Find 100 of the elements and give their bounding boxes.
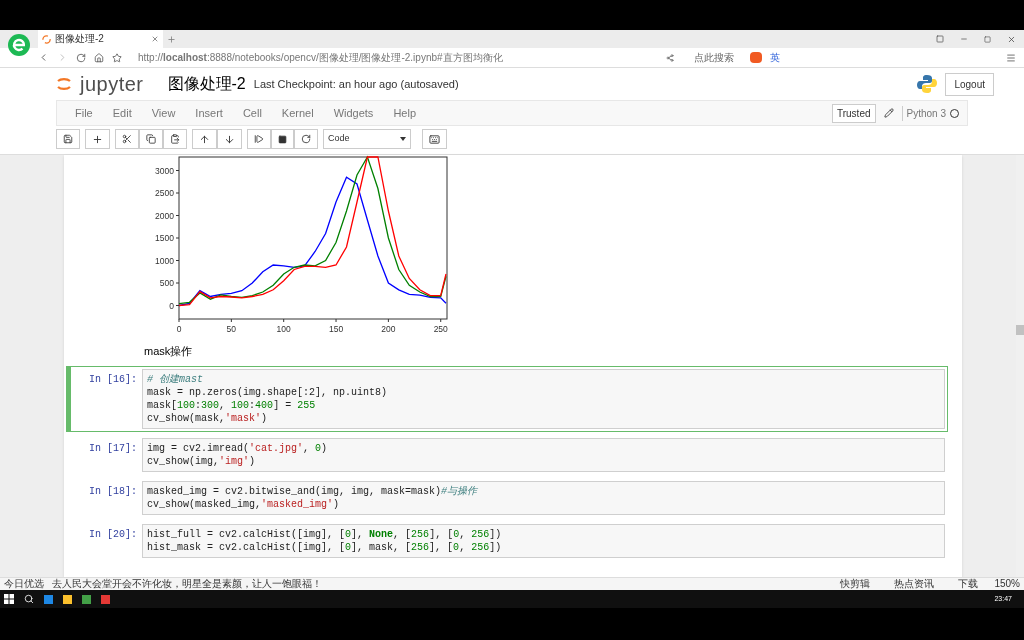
code-editor[interactable]: masked_img = cv2.bitwise_and(img, img, mask=mask)#与操作 cv_show(masked_img,'masked_img'): [142, 480, 945, 515]
code-line: cv_show(masked_img,'masked_img'): [147, 497, 341, 511]
menu-item[interactable]: Help: [383, 104, 426, 122]
run-button[interactable]: [247, 129, 271, 149]
axis-tick-label: 500: [159, 278, 174, 288]
input-prompt: In [20]:: [88, 527, 138, 542]
arrow-down-icon: [224, 133, 235, 145]
copy-button[interactable]: [139, 129, 163, 149]
windows-logo-icon[interactable]: [4, 594, 14, 604]
news-headline[interactable]: 去人民大会堂开会不许化妆，明星全是素颜，让人一饱眼福！: [52, 579, 322, 589]
axis-tick-label: 150: [328, 324, 344, 334]
code-line: # 创建mast: [147, 372, 204, 386]
notebook-title[interactable]: 图像处理-2: [167, 72, 246, 96]
kernel-name: Python 3: [901, 105, 946, 121]
code-line: mask = np.zeros(img.shape[:2], np.uint8): [147, 385, 389, 399]
trusted-badge[interactable]: Trusted: [832, 103, 876, 123]
code-line: masked_img = cv2.bitwise_and(img, img, mask=mask)#与操作: [147, 484, 479, 498]
menu-item[interactable]: Edit: [102, 104, 142, 122]
code-editor[interactable]: hist_full = cv2.calcHist([img], [0], None, [256], [0, 256]) hist_mask = cv2.calcHist([img], [0], mask, [256], [0, 256]): [142, 523, 945, 558]
axis-tick-label: 1500: [155, 233, 174, 243]
status-item[interactable]: 下载: [950, 579, 987, 589]
axis-tick-label: 200: [381, 324, 396, 334]
maximize-icon[interactable]: [984, 35, 991, 43]
menu-item[interactable]: Insert: [185, 104, 233, 122]
menu-item[interactable]: Cell: [232, 104, 272, 122]
code-line: img = cv2.imread('cat.jpg', 0): [147, 441, 329, 455]
axis-tick-label: 2500: [155, 188, 174, 198]
refresh-icon[interactable]: [76, 52, 86, 63]
input-prompt: In [18]:: [88, 484, 138, 499]
address-field[interactable]: http://localhost:8888/notebooks/opencv/图像处理/图像处理-2.ipynb#直方图均衡化: [138, 52, 658, 63]
close-icon[interactable]: [151, 35, 159, 43]
code-line: hist_mask = cv2.calcHist([img], [0], mask, [256], [0, 256]): [147, 540, 503, 554]
input-prompt: In [16]:: [88, 372, 138, 387]
code-line: cv_show(mask,'mask'): [147, 411, 269, 425]
step-forward-icon: [254, 134, 264, 144]
cut-button[interactable]: [115, 129, 139, 149]
axis-tick-label: 0: [169, 300, 174, 311]
plus-icon: [92, 133, 103, 145]
code-editor[interactable]: # 创建mast mask = np.zeros(img.shape[:2], np.uint8) mask[100:300, 100:400] = 255 cv_show(mask,'mask'): [142, 368, 945, 429]
move-up-button[interactable]: [192, 129, 217, 149]
restart-icon: [301, 134, 311, 144]
save-button[interactable]: [56, 129, 80, 149]
share-icon[interactable]: [666, 53, 674, 62]
jupyter-logo-text: jupyter: [80, 72, 144, 97]
menu-item[interactable]: File: [65, 104, 103, 122]
new-tab-icon[interactable]: [167, 34, 176, 44]
status-item[interactable]: 热点资讯: [886, 579, 943, 589]
code-cell[interactable]: In [18]: masked_img = cv2.bitwise_and(img, img, mask=mask)#与操作 cv_show(masked_img,'masked_img'): [66, 477, 948, 518]
insert-cell-button[interactable]: [85, 129, 110, 149]
axis-tick-label: 100: [276, 324, 291, 334]
scissors-icon: [122, 134, 132, 144]
close-icon[interactable]: [1007, 34, 1016, 44]
paste-icon: [170, 134, 180, 144]
cell-type-select[interactable]: Code: [323, 129, 411, 149]
news-label[interactable]: 今日优选: [4, 579, 44, 589]
input-prompt: In [17]:: [88, 441, 138, 456]
search-link[interactable]: 点此搜索: [694, 52, 734, 63]
jupyter-logo-icon: [56, 75, 72, 93]
browser-tab[interactable]: 图像处理-2: [38, 30, 163, 48]
code-line: mask[100:300, 100:400] = 255: [147, 398, 317, 412]
code-cell[interactable]: In [17]: img = cv2.imread('cat.jpg', 0) cv_show(img,'img'): [66, 434, 948, 475]
loading-icon: [42, 34, 51, 44]
ime-logo-icon: [750, 52, 762, 63]
home-icon[interactable]: [94, 52, 104, 63]
axis-tick-label: 3000: [155, 165, 174, 176]
restart-button[interactable]: [294, 129, 318, 149]
code-line: hist_full = cv2.calcHist([img], [0], None, [256], [0, 256]): [147, 527, 503, 541]
move-down-button[interactable]: [217, 129, 242, 149]
checkpoint-text: Last Checkpoint: an hour ago (autosaved): [253, 76, 459, 92]
copy-icon: [146, 134, 156, 144]
code-line: cv_show(img,'img'): [147, 454, 257, 468]
favorite-icon[interactable]: [112, 52, 122, 63]
zoom-level[interactable]: 150%: [994, 579, 1020, 589]
keyboard-button[interactable]: [422, 129, 447, 149]
search-icon[interactable]: [24, 594, 34, 604]
menu-item[interactable]: Kernel: [271, 104, 324, 122]
code-editor[interactable]: img = cv2.imread('cat.jpg', 0) cv_show(img,'img'): [142, 437, 945, 472]
python-logo-icon: [917, 74, 938, 94]
caret-icon: [400, 137, 406, 141]
axis-tick-label: 2000: [155, 210, 174, 221]
arrow-up-icon: [199, 133, 210, 145]
menu-item[interactable]: Widgets: [323, 104, 384, 122]
paste-button[interactable]: [163, 129, 187, 149]
code-cell[interactable]: In [16]: # 创建mast mask = np.zeros(img.shape[:2], np.uint8) mask[100:300, 100:400] = 255 cv_show(mask,'mask'): [66, 365, 948, 432]
axis-tick-label: 1000: [155, 255, 174, 266]
axis-tick-label: 0: [176, 324, 182, 334]
axis-tick-label: 250: [433, 324, 448, 334]
stop-icon: [278, 134, 287, 144]
ime-language-label[interactable]: 英: [770, 52, 780, 63]
stop-button[interactable]: [271, 129, 294, 149]
logout-button[interactable]: Logout: [945, 72, 994, 96]
markdown-text: mask操作: [144, 344, 194, 359]
menu-item[interactable]: View: [141, 104, 186, 122]
save-icon: [63, 134, 73, 144]
status-item[interactable]: 快剪辑: [832, 579, 879, 589]
code-cell[interactable]: In [20]: hist_full = cv2.calcHist([img], [0], None, [256], [0, 256]) hist_mask = cv2.calcHist([img], [0], mask, [256], [0, 256]): [66, 520, 948, 561]
keyboard-icon: [429, 133, 440, 145]
edit-mode-icon: [883, 108, 894, 118]
axis-tick-label: 50: [226, 324, 237, 334]
restore-icon[interactable]: [936, 35, 944, 43]
